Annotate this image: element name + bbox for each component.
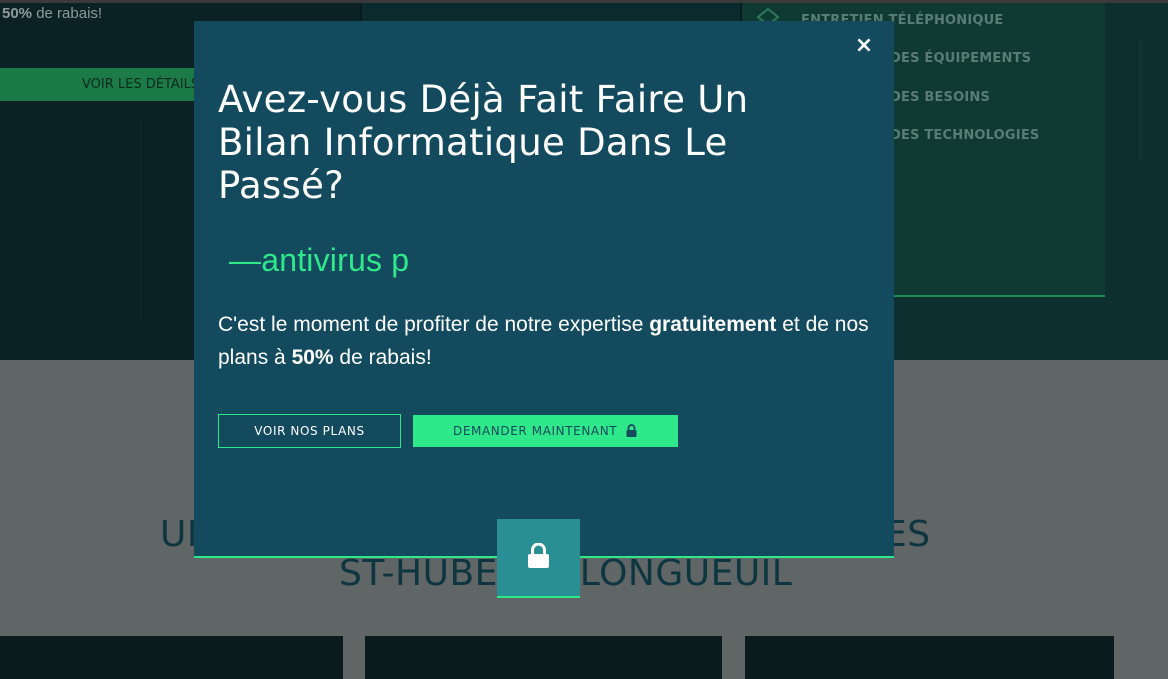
decor-line [1140,40,1141,160]
discount-text: 50% de rabais! [2,5,103,22]
service-item[interactable]: DES BESOINS [890,90,990,105]
decor-line [140,120,141,320]
details-button[interactable]: VOIR LES DÉTAILS [0,68,200,101]
lock-tab[interactable] [497,519,580,598]
service-item[interactable]: DES ÉQUIPEMENTS [890,51,1031,66]
view-plans-button[interactable]: VOIR NOS PLANS [218,414,401,448]
typing-dash: — [229,242,262,278]
request-now-label: DEMANDER MAINTENANT [453,424,618,438]
lock-icon [626,424,637,437]
typing-word: antivirus p [261,242,410,278]
service-item[interactable]: DES TECHNOLOGIES [890,128,1039,143]
modal-description: C'est le moment de profiter de notre exp… [218,313,869,369]
typing-text: —antivirus p [229,242,409,279]
service-card[interactable] [365,636,722,679]
service-card[interactable] [745,636,1114,679]
modal-title: Avez-vous Déjà Fait Faire Un Bilan Infor… [218,78,749,207]
request-now-button[interactable]: DEMANDER MAINTENANT [413,415,678,447]
service-card[interactable] [0,636,343,679]
lock-icon [528,543,549,568]
close-button[interactable]: × [852,34,876,58]
